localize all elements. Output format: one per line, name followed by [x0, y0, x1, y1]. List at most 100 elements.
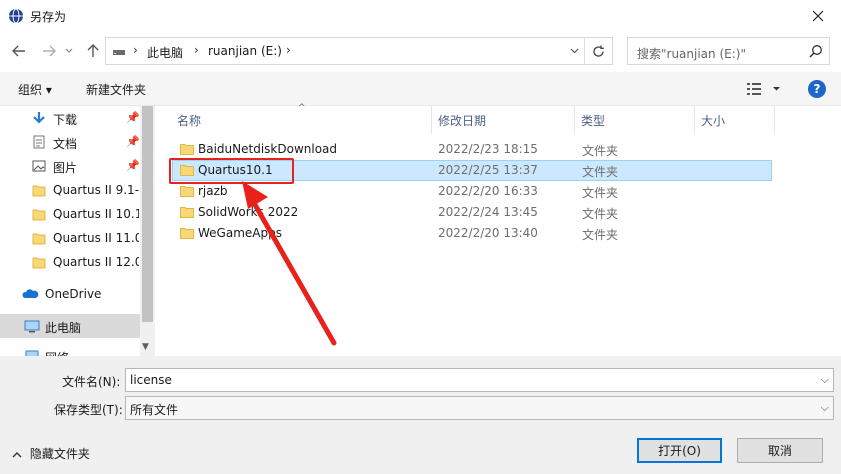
sidebar-item-downloads[interactable]: 下载 📌	[0, 106, 140, 130]
forward-button[interactable]	[38, 40, 60, 62]
file-date: 2022/2/23 18:15	[438, 142, 538, 156]
close-icon	[812, 10, 824, 22]
filename-value: license	[130, 373, 172, 387]
refresh-icon	[593, 45, 604, 57]
pin-icon: 📌	[126, 159, 140, 172]
picture-icon	[32, 160, 46, 172]
address-bar[interactable]: › 此电脑 › ruanjian (E:) ›	[105, 37, 613, 65]
sidebar-item-folder[interactable]: Quartus II 9.1-(	[0, 178, 140, 202]
sidebar-scrollbar-thumb[interactable]	[142, 106, 153, 322]
chevron-down-icon[interactable]: ⌵	[821, 401, 829, 415]
scroll-down-icon[interactable]: ▼	[142, 342, 149, 352]
computer-icon	[24, 320, 40, 333]
breadcrumb-separator: ›	[133, 43, 138, 57]
navigation-pane[interactable]: 下载 📌 文档 📌 图片 📌 Quartus II 9.1-( Quartus …	[0, 106, 155, 356]
network-icon	[25, 350, 39, 356]
column-divider[interactable]	[774, 106, 775, 134]
search-input[interactable]: 搜索"ruanjian (E:)"	[627, 37, 830, 65]
filetype-value: 所有文件	[130, 403, 179, 417]
breadcrumb-separator: ›	[286, 43, 291, 57]
command-toolbar: 组织 ▾ 新建文件夹 ?	[0, 72, 841, 106]
chevron-up-icon	[12, 451, 22, 457]
filename-label: 文件名(N):	[62, 375, 121, 389]
pin-icon: 📌	[126, 135, 140, 148]
folder-icon	[32, 233, 46, 245]
breadcrumb-separator: ›	[194, 43, 199, 57]
address-history-dropdown[interactable]	[564, 41, 584, 61]
column-divider[interactable]	[574, 106, 575, 134]
file-name: rjazb	[198, 184, 228, 198]
cloud-icon	[22, 289, 39, 298]
sidebar-item-onedrive[interactable]: OneDrive	[0, 282, 140, 306]
column-header-size[interactable]: 大小	[701, 112, 725, 140]
folder-icon	[32, 257, 46, 269]
filename-input[interactable]: license ⌵	[125, 368, 834, 392]
window-title: 另存为	[30, 10, 67, 24]
sidebar-item-label: Quartus II 9.1-(	[53, 183, 139, 197]
cancel-button[interactable]: 取消	[737, 438, 823, 463]
up-button[interactable]	[82, 40, 104, 62]
filetype-select[interactable]: 所有文件 ⌵	[125, 396, 834, 420]
view-options-button[interactable]	[746, 80, 782, 98]
download-arrow-icon	[33, 112, 45, 124]
file-type: 文件夹	[582, 144, 619, 158]
help-button[interactable]: ?	[808, 80, 826, 98]
file-date: 2022/2/20 16:33	[438, 184, 538, 198]
sidebar-item-label: Quartus II 10.1	[53, 207, 139, 221]
file-name: BaiduNetdiskDownload	[198, 142, 338, 156]
sidebar-item-pictures[interactable]: 图片 📌	[0, 154, 140, 178]
pin-icon: 📌	[126, 111, 140, 124]
chevron-down-icon	[570, 48, 578, 54]
folder-icon	[32, 209, 46, 221]
column-header-modified[interactable]: 修改日期	[438, 112, 486, 140]
column-divider[interactable]	[694, 106, 695, 134]
sidebar-item-label: 网络	[45, 349, 131, 356]
refresh-button[interactable]	[584, 38, 612, 64]
hide-folders-toggle[interactable]: 隐藏文件夹	[12, 445, 90, 462]
arrow-right-icon	[43, 45, 56, 57]
chevron-down-icon	[65, 48, 73, 53]
sidebar-item-network[interactable]: 网络	[0, 344, 140, 356]
open-button[interactable]: 打开(O)	[637, 438, 722, 463]
sidebar-item-label: 此电脑	[45, 321, 82, 335]
sidebar-item-folder[interactable]: Quartus II 11.0	[0, 226, 140, 250]
folder-icon	[180, 207, 194, 218]
sidebar-item-documents[interactable]: 文档 📌	[0, 130, 140, 154]
new-folder-button[interactable]: 新建文件夹	[86, 81, 146, 98]
sidebar-item-label: Quartus II 11.0	[53, 231, 139, 245]
document-icon	[33, 135, 45, 149]
file-date: 2022/2/24 13:45	[438, 205, 538, 219]
file-type: 文件夹	[582, 207, 619, 221]
close-button[interactable]	[795, 0, 841, 32]
column-header-name[interactable]: 名称	[177, 112, 201, 140]
file-type: 文件夹	[582, 165, 619, 179]
annotation-arrow-icon	[242, 181, 337, 346]
view-list-icon	[747, 83, 780, 95]
filetype-label: 保存类型(T):	[54, 403, 123, 417]
column-divider[interactable]	[431, 106, 432, 134]
title-bar: 另存为	[0, 0, 841, 32]
sidebar-item-label: Quartus II 12.0	[53, 255, 139, 269]
organize-menu[interactable]: 组织 ▾	[18, 81, 52, 98]
folder-icon	[180, 228, 194, 239]
search-placeholder: 搜索"ruanjian (E:)"	[637, 47, 746, 61]
sidebar-item-folder[interactable]: Quartus II 12.0	[0, 250, 140, 274]
sidebar-item-this-pc[interactable]: 此电脑	[0, 314, 140, 338]
file-date: 2022/2/20 13:40	[438, 226, 538, 240]
app-globe-icon	[9, 8, 23, 24]
arrow-left-icon	[12, 45, 25, 57]
sidebar-item-label: OneDrive	[45, 287, 102, 301]
folder-icon	[180, 186, 194, 197]
column-header-type[interactable]: 类型	[581, 112, 605, 140]
chevron-down-icon[interactable]: ⌵	[821, 373, 829, 387]
sort-ascending-icon: ^	[298, 103, 306, 113]
sidebar-item-folder[interactable]: Quartus II 10.1	[0, 202, 140, 226]
breadcrumb-this-pc[interactable]: 此电脑	[147, 44, 183, 61]
recent-locations-button[interactable]	[62, 40, 76, 62]
file-type: 文件夹	[582, 228, 619, 242]
table-row[interactable]: BaiduNetdiskDownload 2022/2/23 18:15 文件夹	[172, 139, 772, 160]
folder-icon	[180, 144, 194, 155]
back-button[interactable]	[8, 40, 30, 62]
breadcrumb-drive-e[interactable]: ruanjian (E:)	[208, 44, 282, 58]
folder-icon	[32, 185, 46, 197]
